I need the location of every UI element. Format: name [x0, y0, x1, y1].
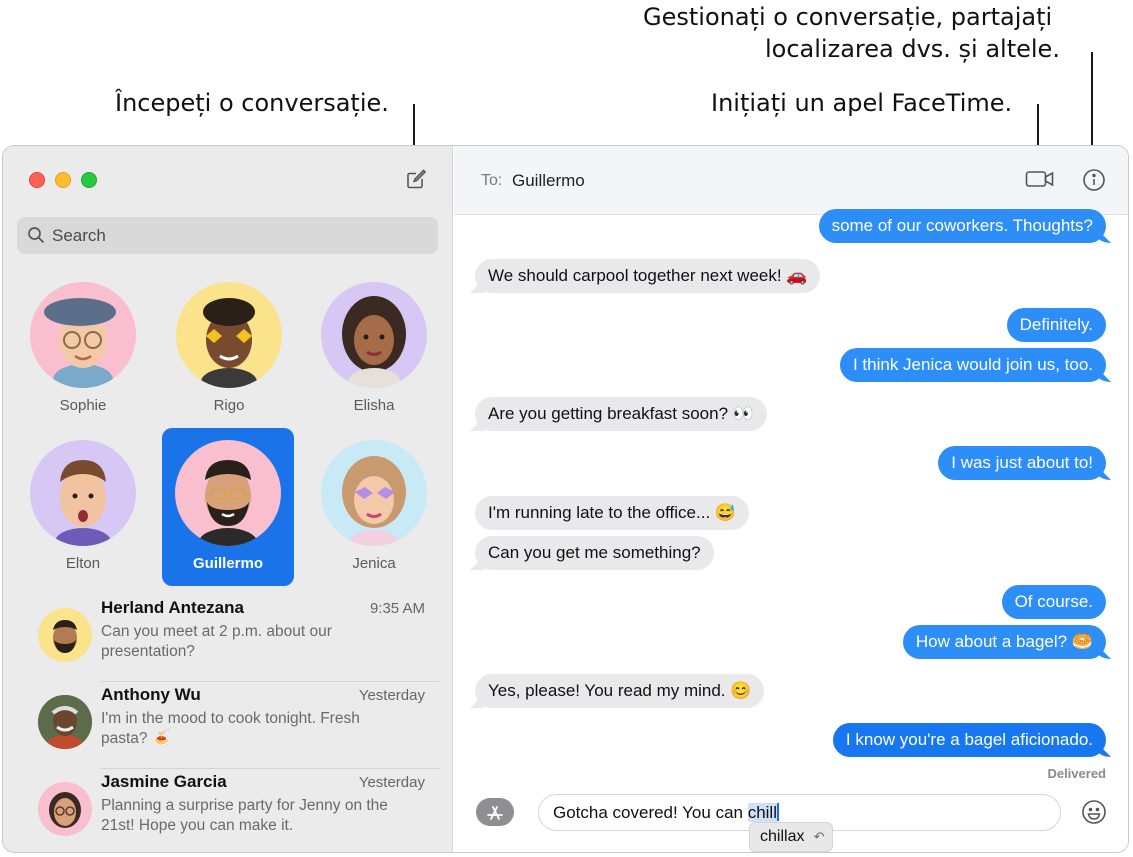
compose-icon — [407, 169, 427, 189]
pinned-name: Elisha — [353, 397, 395, 414]
zoom-window-button[interactable] — [81, 172, 97, 188]
message-bubble-incoming[interactable]: Yes, please! You read my mind. 😊 — [475, 674, 765, 708]
chat-header: To: Guillermo — [454, 146, 1128, 215]
conversation-name: Herland Antezana — [101, 598, 244, 617]
pinned-contact-elisha[interactable]: Elisha — [308, 270, 440, 428]
avatar-elton — [30, 440, 136, 546]
delivered-status: Delivered — [1047, 766, 1106, 781]
video-camera-icon — [1025, 171, 1054, 187]
facetime-button[interactable] — [1025, 168, 1055, 195]
avatar-guillermo — [175, 440, 281, 546]
minimize-window-button[interactable] — [55, 172, 71, 188]
search-placeholder: Search — [52, 226, 106, 245]
conversation-time: Yesterday — [358, 774, 425, 791]
message-bubble-incoming[interactable]: Are you getting breakfast soon? 👀 — [475, 397, 767, 431]
message-bubble-outgoing[interactable]: some of our coworkers. Thoughts? — [818, 209, 1106, 243]
callout-manage-line2: localizarea dvs. și altele. — [765, 35, 1060, 63]
avatar-jenica — [321, 440, 427, 546]
app-store-icon — [487, 806, 503, 820]
pinned-contact-guillermo[interactable]: Guillermo — [162, 428, 294, 586]
pinned-name: Jenica — [352, 555, 396, 572]
autocorrect-suggestion[interactable]: chillax ↶ — [749, 822, 834, 852]
conversation-preview: Planning a surprise party for Jenny on t… — [101, 797, 388, 834]
avatar-rigo — [176, 282, 282, 388]
suggestion-text: chillax — [760, 828, 805, 845]
divider — [101, 768, 439, 769]
compose-button[interactable] — [404, 167, 428, 191]
pinned-contact-rigo[interactable]: Rigo — [163, 270, 295, 428]
pinned-name: Elton — [65, 555, 101, 572]
search-icon — [28, 227, 45, 244]
conversation-time: Yesterday — [358, 687, 425, 704]
conversation-item-anthony[interactable]: Anthony Wu Yesterday I'm in the mood to … — [3, 683, 453, 769]
message-bubble-outgoing[interactable]: Definitely. — [1006, 308, 1106, 342]
messages-window: Search Sophie Rigo Elisha Elton Guillerm… — [2, 145, 1129, 853]
callout-manage-line1: Gestionați o conversație, partajați — [643, 3, 1053, 31]
pinned-name: Guillermo — [192, 555, 263, 572]
pinned-name: Rigo — [213, 397, 245, 414]
divider — [101, 681, 439, 682]
conversation-time: 9:35 AM — [369, 600, 425, 617]
message-bubble-incoming[interactable]: Can you get me something? — [475, 536, 714, 570]
pinned-name: Sophie — [59, 397, 107, 414]
smiley-icon — [1082, 800, 1106, 824]
message-bubble-outgoing[interactable]: I was just about to! — [938, 446, 1106, 480]
recipient-name[interactable]: Guillermo — [512, 171, 585, 191]
emoji-button[interactable] — [1080, 798, 1108, 831]
autocorrect-highlight: chill — [747, 803, 777, 822]
info-icon — [1083, 169, 1105, 191]
message-bubble-outgoing[interactable]: I think Jenica would join us, too. — [839, 348, 1106, 382]
callout-start: Începeți o conversație. — [115, 89, 389, 117]
text-caret — [777, 803, 779, 821]
avatar-elisha — [321, 282, 427, 388]
callout-facetime: Inițiați un apel FaceTime. — [711, 89, 1013, 117]
conversation-item-herland[interactable]: Herland Antezana 9:35 AM Can you meet at… — [3, 596, 453, 682]
conversation-item-jasmine[interactable]: Jasmine Garcia Yesterday Planning a surp… — [3, 770, 453, 852]
to-label: To: — [481, 172, 503, 189]
conversation-preview: I'm in the mood to cook tonight. Fresh p… — [101, 710, 360, 747]
avatar-herland — [38, 608, 92, 662]
message-bubble-outgoing[interactable]: I know you're a bagel aficionado. — [832, 723, 1106, 757]
chat-pane: To: Guillermo some of our coworkers. Tho… — [454, 146, 1128, 852]
message-bubble-incoming[interactable]: We should carpool together next week! 🚗 — [475, 259, 821, 293]
message-input-text: Gotcha covered! You can chill — [553, 803, 779, 822]
sidebar: Search Sophie Rigo Elisha Elton Guillerm… — [3, 146, 453, 852]
avatar-sophie — [30, 282, 136, 388]
conversation-preview: Can you meet at 2 p.m. about our present… — [101, 623, 332, 660]
pinned-contact-sophie[interactable]: Sophie — [17, 270, 149, 428]
message-bubble-incoming[interactable]: I'm running late to the office... 😅 — [475, 496, 750, 530]
conversation-name: Anthony Wu — [101, 685, 201, 704]
message-bubble-outgoing[interactable]: Of course. — [1001, 585, 1106, 619]
pinned-contact-jenica[interactable]: Jenica — [308, 428, 440, 586]
pinned-contact-elton[interactable]: Elton — [17, 428, 149, 586]
message-bubble-outgoing[interactable]: How about a bagel? 🥯 — [902, 625, 1106, 659]
close-window-button[interactable] — [29, 172, 45, 188]
info-button[interactable] — [1082, 168, 1106, 197]
apps-button[interactable] — [476, 798, 514, 826]
avatar-jasmine — [38, 782, 92, 836]
conversation-name: Jasmine Garcia — [101, 772, 227, 791]
undo-icon[interactable]: ↶ — [814, 823, 825, 851]
search-field[interactable]: Search — [17, 217, 438, 254]
avatar-anthony — [38, 695, 92, 749]
